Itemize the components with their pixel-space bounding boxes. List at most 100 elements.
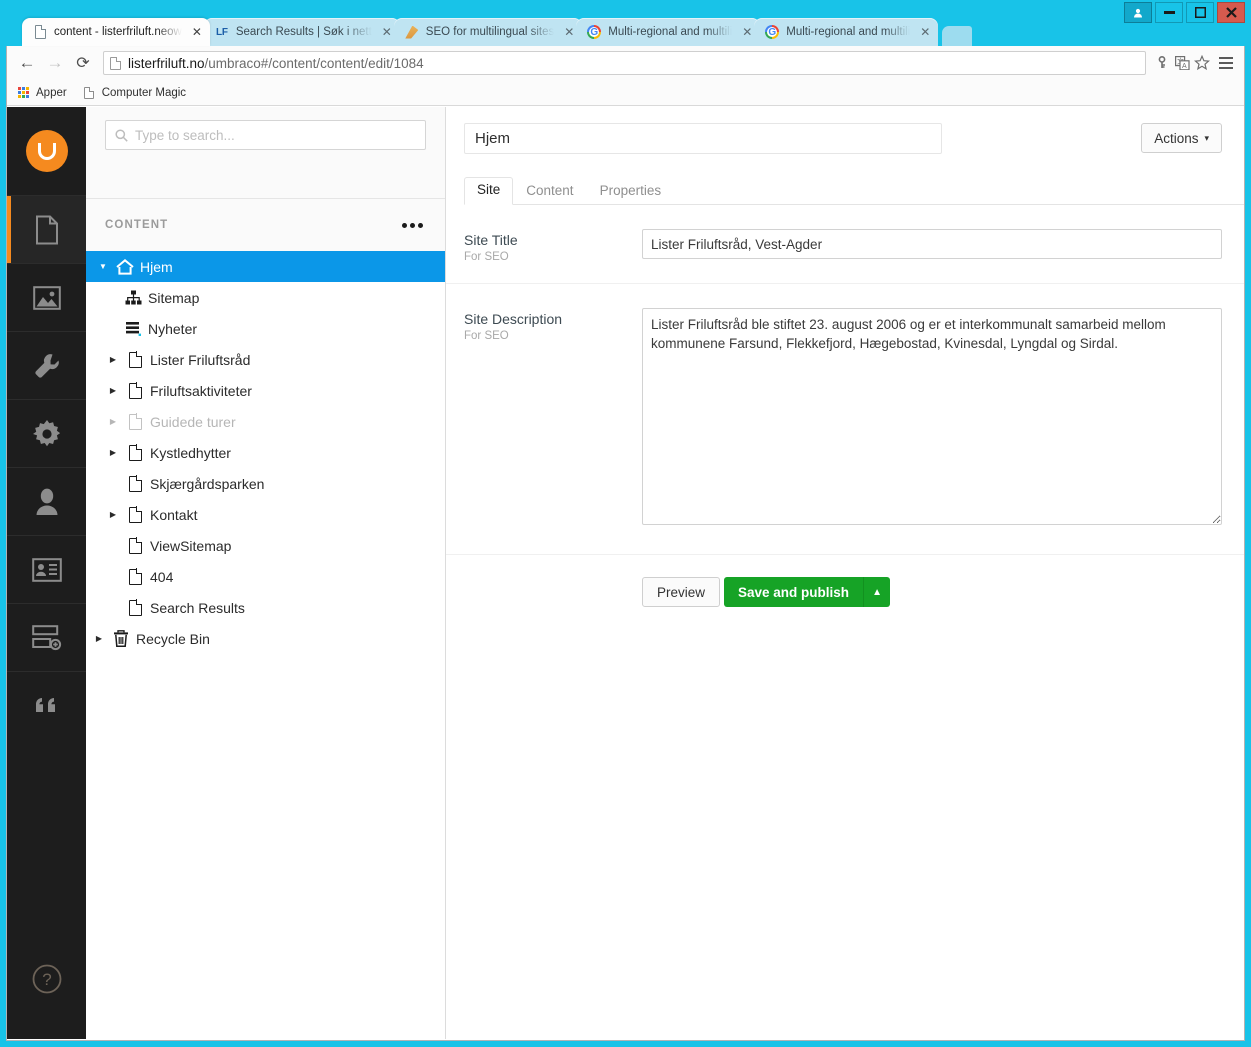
address-bar[interactable]: listerfriluft.no/umbraco#/content/conten… bbox=[103, 51, 1146, 75]
apps-grid-icon bbox=[17, 86, 30, 99]
tree-node-label: 404 bbox=[150, 569, 173, 585]
field-label-group: Site Title For SEO bbox=[464, 229, 642, 283]
field-description: For SEO bbox=[464, 251, 642, 263]
sidebar-item-media[interactable] bbox=[7, 263, 86, 331]
bookmark-label: Computer Magic bbox=[102, 87, 186, 99]
tree-node-nyheter[interactable]: Nyheter bbox=[86, 313, 445, 344]
browser-window: content - listerfriluft.neow ✕ LF Search… bbox=[0, 0, 1251, 1047]
document-icon bbox=[122, 414, 148, 430]
tab-close-icon[interactable]: ✕ bbox=[562, 25, 576, 39]
tree-section-header: CONTENT bbox=[86, 199, 445, 251]
field-control: Lister Friluftsråd ble stiftet 23. augus… bbox=[642, 308, 1222, 554]
search-input[interactable] bbox=[135, 128, 416, 143]
umbraco-logo[interactable] bbox=[7, 107, 86, 195]
tree-node-hjem[interactable]: ▼ Hjem bbox=[86, 251, 445, 282]
tab-close-icon[interactable]: ✕ bbox=[190, 25, 204, 39]
svg-text:A: A bbox=[1182, 63, 1187, 70]
chevron-right-icon[interactable]: ▶ bbox=[104, 417, 122, 426]
tree-node-kystledhytter[interactable]: ▶ Kystledhytter bbox=[86, 437, 445, 468]
tree-node-lister-friluftsrad[interactable]: ▶ Lister Friluftsråd bbox=[86, 344, 445, 375]
bookmark-apps[interactable]: Apper bbox=[17, 86, 67, 99]
publish-options-caret-icon[interactable]: ▲ bbox=[863, 577, 890, 607]
tab-content[interactable]: Content bbox=[513, 179, 586, 205]
tree-node-search-results[interactable]: Search Results bbox=[86, 592, 445, 623]
maximize-button[interactable] bbox=[1186, 2, 1214, 23]
user-profile-button[interactable] bbox=[1124, 2, 1152, 23]
lf-logo-icon: LF bbox=[214, 24, 230, 40]
chevron-right-icon[interactable]: ▶ bbox=[104, 386, 122, 395]
trash-icon bbox=[108, 630, 134, 647]
editor-button-row: Preview Save and publish ▲ bbox=[446, 555, 1244, 607]
tree-node-guidede-turer[interactable]: ▶ Guidede turer bbox=[86, 406, 445, 437]
url-host: listerfriluft.no bbox=[128, 56, 205, 71]
search-icon bbox=[115, 129, 128, 142]
browser-tab[interactable]: Multi-regional and multili ✕ bbox=[576, 18, 760, 46]
page-info-icon[interactable] bbox=[110, 57, 121, 70]
tab-close-icon[interactable]: ✕ bbox=[740, 25, 754, 39]
sidebar-item-users[interactable] bbox=[7, 467, 86, 535]
tree-node-viewsitemap[interactable]: ViewSitemap bbox=[86, 530, 445, 561]
editor-header: Actions ▾ bbox=[446, 107, 1244, 154]
browser-menu-button[interactable] bbox=[1214, 50, 1238, 76]
document-icon bbox=[122, 507, 148, 523]
chevron-down-icon[interactable]: ▼ bbox=[94, 262, 112, 271]
field-site-title: Site Title For SEO bbox=[446, 205, 1244, 284]
chevron-right-icon[interactable]: ▶ bbox=[104, 448, 122, 457]
sidebar-item-content[interactable] bbox=[7, 195, 86, 263]
key-icon[interactable] bbox=[1152, 52, 1172, 74]
sidebar-item-settings[interactable] bbox=[7, 331, 86, 399]
tree-node-recycle-bin[interactable]: ▶ Recycle Bin bbox=[86, 623, 445, 654]
tree-node-kontakt[interactable]: ▶ Kontakt bbox=[86, 499, 445, 530]
translate-icon[interactable]: 文A bbox=[1172, 52, 1192, 74]
tab-title: SEO for multilingual sites bbox=[426, 26, 554, 38]
forward-button[interactable]: → bbox=[41, 49, 69, 77]
chevron-right-icon[interactable]: ▶ bbox=[90, 634, 108, 643]
search-box[interactable] bbox=[105, 120, 426, 150]
save-and-publish-button[interactable]: Save and publish bbox=[724, 577, 863, 607]
new-tab-button[interactable] bbox=[942, 26, 972, 46]
chevron-right-icon[interactable]: ▶ bbox=[104, 355, 122, 364]
tree-node-label: Nyheter bbox=[148, 321, 197, 337]
tab-close-icon[interactable]: ✕ bbox=[380, 25, 394, 39]
sidebar-item-forms[interactable] bbox=[7, 603, 86, 671]
site-description-textarea[interactable]: Lister Friluftsråd ble stiftet 23. augus… bbox=[642, 308, 1222, 525]
browser-tab[interactable]: LF Search Results | Søk i nett ✕ bbox=[204, 18, 400, 46]
user-icon bbox=[35, 488, 59, 516]
tree-options-icon[interactable] bbox=[402, 223, 423, 228]
browser-tab[interactable]: Multi-regional and multili ✕ bbox=[754, 18, 938, 46]
node-name-input[interactable] bbox=[464, 123, 942, 154]
reload-button[interactable]: ⟳ bbox=[69, 49, 97, 77]
tab-close-icon[interactable]: ✕ bbox=[918, 25, 932, 39]
document-icon bbox=[122, 445, 148, 461]
sidebar-item-help[interactable]: ? bbox=[7, 919, 86, 1039]
bookmark-computer-magic[interactable]: Computer Magic bbox=[83, 86, 186, 99]
sidebar-item-translation[interactable] bbox=[7, 671, 86, 739]
preview-button[interactable]: Preview bbox=[642, 577, 720, 607]
site-title-input[interactable] bbox=[642, 229, 1222, 259]
chevron-right-icon[interactable]: ▶ bbox=[104, 510, 122, 519]
tree-section-title: CONTENT bbox=[105, 219, 168, 231]
browser-tab[interactable]: content - listerfriluft.neow ✕ bbox=[22, 18, 210, 46]
gear-icon bbox=[33, 420, 61, 448]
sidebar-item-developer[interactable] bbox=[7, 399, 86, 467]
tree-node-friluftsaktiviteter[interactable]: ▶ Friluftsaktiviteter bbox=[86, 375, 445, 406]
browser-tabstrip: content - listerfriluft.neow ✕ LF Search… bbox=[0, 0, 1251, 46]
tab-site[interactable]: Site bbox=[464, 177, 513, 205]
actions-button[interactable]: Actions ▾ bbox=[1141, 123, 1222, 153]
star-icon[interactable] bbox=[1192, 52, 1212, 74]
back-button[interactable]: ← bbox=[13, 49, 41, 77]
tree-node-404[interactable]: 404 bbox=[86, 561, 445, 592]
document-icon bbox=[83, 86, 96, 99]
sidebar-item-members[interactable] bbox=[7, 535, 86, 603]
close-button[interactable] bbox=[1217, 2, 1245, 23]
browser-tab[interactable]: SEO for multilingual sites ✕ bbox=[394, 18, 582, 46]
tree-node-sitemap[interactable]: Sitemap bbox=[86, 282, 445, 313]
seo-feather-icon bbox=[404, 24, 420, 40]
tab-properties[interactable]: Properties bbox=[587, 179, 675, 205]
field-site-description: Site Description For SEO Lister Frilufts… bbox=[446, 284, 1244, 555]
svg-text:?: ? bbox=[42, 970, 51, 989]
minimize-button[interactable] bbox=[1155, 2, 1183, 23]
bookmark-label: Apper bbox=[36, 87, 67, 99]
umbraco-app: ? CONTENT bbox=[7, 107, 1244, 1039]
tree-node-skjaergardsparken[interactable]: Skjærgårdsparken bbox=[86, 468, 445, 499]
